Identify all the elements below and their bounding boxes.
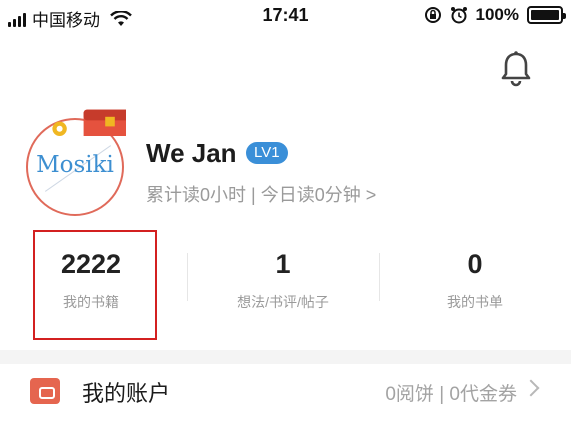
avatar[interactable]: Mosiki <box>20 100 130 218</box>
orientation-lock-icon <box>424 7 441 23</box>
alarm-icon <box>450 7 467 24</box>
stat-value: 1 <box>275 249 291 279</box>
bell-icon[interactable] <box>498 50 534 88</box>
wallet-icon <box>30 378 60 404</box>
stat-label: 我的书单 <box>447 294 503 310</box>
stat-label: 我的书籍 <box>63 294 119 310</box>
treasure-box-icon <box>52 109 126 136</box>
stat-divider <box>187 253 188 301</box>
level-badge: LV1 <box>246 142 288 164</box>
avatar-text: Mosiki <box>36 152 114 178</box>
battery-icon <box>527 6 566 24</box>
stat-value: 0 <box>467 249 483 279</box>
account-balance: 0阅饼 | 0代金券 <box>385 384 517 405</box>
account-label: 我的账户 <box>82 381 171 406</box>
status-bar: 中国移动 17:41 100% <box>0 0 571 32</box>
stat-label: 想法/书评/帖子 <box>237 294 329 310</box>
battery-percent: 100% <box>475 5 519 24</box>
user-name: We Jan <box>146 138 237 168</box>
stat-my-books[interactable]: 2222 我的书籍 <box>11 248 171 312</box>
stat-value: 2222 <box>60 249 122 279</box>
my-account-row[interactable]: 我的账户 0阅饼 | 0代金券 <box>0 364 571 430</box>
section-separator <box>0 350 571 364</box>
stat-my-booklists[interactable]: 0 我的书单 <box>395 248 555 312</box>
stat-divider <box>379 253 380 301</box>
status-right: 100% <box>424 5 566 25</box>
reading-time-link[interactable]: 累计读0小时 | 今日读0分钟 > <box>146 181 376 207</box>
chevron-right-icon <box>522 379 540 397</box>
stat-thoughts-reviews-posts[interactable]: 1 想法/书评/帖子 <box>203 248 363 312</box>
